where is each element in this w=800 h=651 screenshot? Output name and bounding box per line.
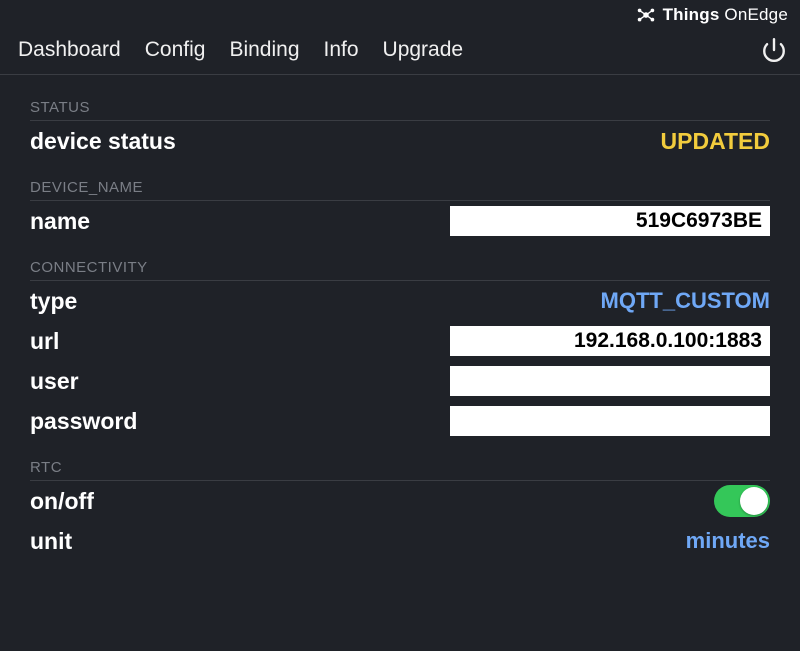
row-device-status: device status UPDATED (30, 121, 770, 161)
input-url[interactable] (450, 326, 770, 356)
nav-dashboard[interactable]: Dashboard (6, 38, 133, 62)
label-url: url (30, 328, 450, 355)
nav-binding[interactable]: Binding (217, 38, 311, 62)
label-onoff: on/off (30, 488, 714, 515)
brand-logo-icon (635, 4, 657, 26)
toggle-onoff[interactable] (714, 485, 770, 517)
row-unit: unit minutes (30, 521, 770, 561)
section-header-status: STATUS (30, 99, 770, 121)
row-password: password (30, 401, 770, 441)
value-type[interactable]: MQTT_CUSTOM (601, 288, 770, 314)
label-password: password (30, 408, 450, 435)
label-unit: unit (30, 528, 686, 555)
input-password[interactable] (450, 406, 770, 436)
nav-info[interactable]: Info (312, 38, 371, 62)
power-icon[interactable] (760, 36, 788, 64)
main-nav: Dashboard Config Binding Info Upgrade (0, 28, 800, 75)
toggle-knob (740, 487, 768, 515)
row-onoff: on/off (30, 481, 770, 521)
row-user: user (30, 361, 770, 401)
section-header-device-name: DEVICE_NAME (30, 179, 770, 201)
value-device-status: UPDATED (661, 128, 770, 155)
label-name: name (30, 208, 450, 235)
value-unit[interactable]: minutes (686, 528, 770, 554)
label-user: user (30, 368, 450, 395)
label-device-status: device status (30, 128, 661, 155)
nav-upgrade[interactable]: Upgrade (371, 38, 476, 62)
input-name[interactable] (450, 206, 770, 236)
content-area: STATUS device status UPDATED DEVICE_NAME… (0, 75, 800, 561)
label-type: type (30, 288, 601, 315)
row-name: name (30, 201, 770, 241)
brand-text: Things OnEdge (663, 5, 788, 25)
brand-area: Things OnEdge (0, 0, 800, 28)
section-header-connectivity: CONNECTIVITY (30, 259, 770, 281)
nav-config[interactable]: Config (133, 38, 218, 62)
input-user[interactable] (450, 366, 770, 396)
row-url: url (30, 321, 770, 361)
section-header-rtc: RTC (30, 459, 770, 481)
row-type: type MQTT_CUSTOM (30, 281, 770, 321)
